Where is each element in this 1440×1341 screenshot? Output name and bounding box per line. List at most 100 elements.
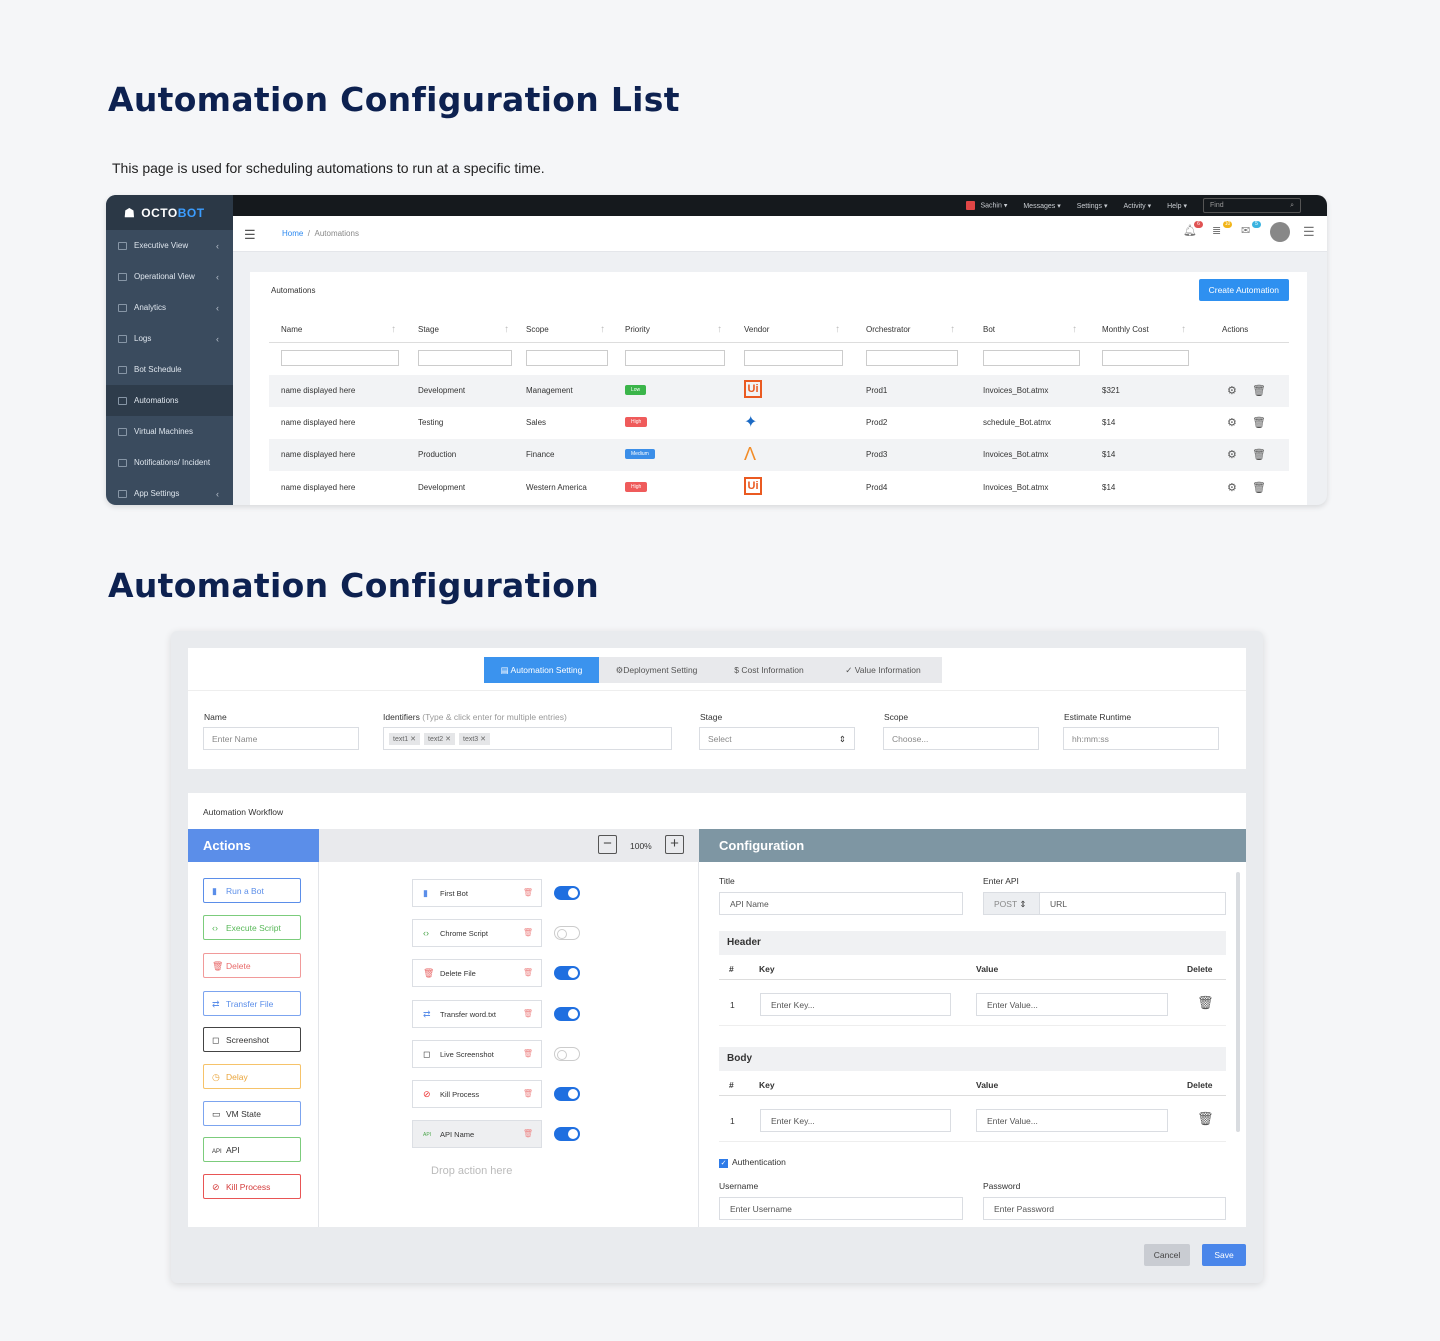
action-api[interactable]: API API <box>203 1137 301 1162</box>
trash-icon[interactable]: 🗑︎ <box>523 888 533 897</box>
trash-icon[interactable]: 🗑︎ <box>1252 448 1266 461</box>
action-execute-script[interactable]: ‹› Execute Script <box>203 915 301 940</box>
sidebar-item[interactable]: App Settings ‹ <box>106 478 233 505</box>
tasks-icon[interactable]: ≣ 10 <box>1212 221 1232 240</box>
gear-icon[interactable]: ⚙ <box>1227 416 1237 429</box>
workflow-node[interactable]: ▮ First Bot 🗑︎ <box>412 879 542 907</box>
trash-icon[interactable]: 🗑︎ <box>523 928 533 937</box>
sidebar-item[interactable]: Notifications/ Incident <box>106 447 233 478</box>
method-select[interactable]: POST ⇕ <box>983 892 1040 915</box>
menu-icon[interactable]: ☰ <box>1303 224 1319 240</box>
breadcrumb-home[interactable]: Home <box>282 229 303 238</box>
workflow-node[interactable]: ‹› Chrome Script 🗑︎ <box>412 919 542 948</box>
activity-menu[interactable]: Activity ▾ <box>1123 202 1151 210</box>
node-toggle[interactable] <box>554 886 580 900</box>
tab-value-information[interactable]: ✓ Value Information <box>824 657 942 683</box>
column-filter-input[interactable] <box>1102 350 1189 366</box>
node-toggle[interactable] <box>554 1127 580 1142</box>
hamburger-icon[interactable]: ☰ <box>244 227 256 243</box>
workflow-canvas[interactable]: Drop action here ▮ First Bot 🗑︎ ‹› Chrome Sc… <box>319 862 699 1227</box>
help-menu[interactable]: Help ▾ <box>1167 202 1187 210</box>
node-toggle[interactable] <box>554 1087 580 1101</box>
url-input[interactable]: URL <box>1039 892 1226 915</box>
gear-icon[interactable]: ⚙ <box>1227 481 1237 494</box>
column-header[interactable]: Monthly Cost ↑ <box>1102 324 1186 335</box>
save-button[interactable]: Save <box>1202 1244 1246 1266</box>
column-filter-input[interactable] <box>866 350 958 366</box>
column-filter-input[interactable] <box>526 350 608 366</box>
scope-input[interactable]: Choose... <box>883 727 1039 750</box>
scrollbar[interactable] <box>1236 872 1240 1132</box>
sidebar-item[interactable]: Automations <box>106 385 233 416</box>
sort-arrow-icon[interactable]: ↑ <box>600 324 605 335</box>
action-kill-process[interactable]: ⊘ Kill Process <box>203 1174 301 1199</box>
trash-icon[interactable]: 🗑︎ <box>523 1009 533 1018</box>
sidebar-item[interactable]: Operational View ‹ <box>106 261 233 292</box>
username-input[interactable]: Enter Username <box>719 1197 963 1220</box>
node-toggle[interactable] <box>554 1006 580 1021</box>
column-filter-input[interactable] <box>418 350 512 366</box>
authentication-checkbox[interactable]: ✓ Authentication <box>719 1157 786 1168</box>
mail-icon[interactable]: ✉︎ 5 <box>1241 221 1261 240</box>
table-row[interactable]: name displayed here Development Western Am… <box>269 472 1289 504</box>
column-header[interactable]: Stage ↑ <box>418 324 509 335</box>
title-input[interactable]: API Name <box>719 892 963 915</box>
column-header[interactable]: Orchestrator ↑ <box>866 324 955 335</box>
gear-icon[interactable]: ⚙ <box>1227 448 1237 461</box>
column-filter-input[interactable] <box>983 350 1080 366</box>
action-transfer-file[interactable]: ⇄ Transfer File <box>203 991 301 1016</box>
sort-arrow-icon[interactable]: ↑ <box>717 324 722 335</box>
header-key-input[interactable]: Enter Key... <box>760 993 951 1016</box>
column-filter-input[interactable] <box>281 350 399 366</box>
action-vm-state[interactable]: ▭ VM State <box>203 1101 301 1126</box>
sort-arrow-icon[interactable]: ↑ <box>1072 324 1077 335</box>
action-screenshot[interactable]: ◻ Screenshot <box>203 1027 301 1052</box>
zoom-in-button[interactable]: + <box>665 835 684 854</box>
column-header[interactable]: Scope ↑ <box>526 324 605 335</box>
workflow-node[interactable]: 🗑︎ Delete File 🗑︎ <box>412 959 542 988</box>
sort-arrow-icon[interactable]: ↑ <box>835 324 840 335</box>
zoom-out-button[interactable]: − <box>598 835 617 854</box>
node-toggle[interactable] <box>554 1046 580 1061</box>
identifier-chip[interactable]: text3 ✕ <box>459 733 490 745</box>
gear-icon[interactable]: ⚙ <box>1227 384 1237 397</box>
trash-icon[interactable]: 🗑︎ <box>523 1129 533 1138</box>
tab-cost-information[interactable]: $ Cost Information <box>714 657 824 683</box>
column-header[interactable]: Priority ↑ <box>625 324 722 335</box>
sidebar-item[interactable]: Bot Schedule <box>106 354 233 385</box>
trash-icon[interactable]: 🗑︎ <box>523 968 533 977</box>
node-toggle[interactable] <box>554 966 580 981</box>
column-header[interactable]: Bot ↑ <box>983 324 1077 335</box>
sidebar-item[interactable]: Analytics ‹ <box>106 292 233 323</box>
node-toggle[interactable] <box>554 926 580 941</box>
avatar[interactable] <box>1270 222 1290 242</box>
trash-icon[interactable]: 🗑︎ <box>1252 481 1266 494</box>
tab-deployment-setting[interactable]: ⚙Deployment Setting <box>599 657 714 683</box>
settings-menu[interactable]: Settings ▾ <box>1077 202 1108 210</box>
action-run-a-bot[interactable]: ▮ Run a Bot <box>203 878 301 903</box>
trash-icon[interactable]: 🗑︎ <box>1197 1111 1214 1127</box>
cancel-button[interactable]: Cancel <box>1144 1244 1190 1266</box>
identifiers-input[interactable]: text1 ✕ text2 ✕ text3 ✕ <box>383 727 672 750</box>
workflow-node[interactable]: ◻ Live Screenshot 🗑︎ <box>412 1039 542 1068</box>
user-menu[interactable]: Sachin ▾ <box>966 201 1007 210</box>
column-filter-input[interactable] <box>744 350 843 366</box>
trash-icon[interactable]: 🗑︎ <box>523 1089 533 1098</box>
sort-arrow-icon[interactable]: ↑ <box>504 324 509 335</box>
runtime-input[interactable]: hh:mm:ss <box>1063 727 1219 750</box>
action-delay[interactable]: ◷ Delay <box>203 1064 301 1089</box>
body-key-input[interactable]: Enter Key... <box>760 1109 951 1132</box>
sidebar-item[interactable]: Executive View ‹ <box>106 230 233 261</box>
body-value-input[interactable]: Enter Value... <box>976 1109 1168 1132</box>
header-value-input[interactable]: Enter Value... <box>976 993 1168 1016</box>
logo[interactable]: ☗ OCTO BOT <box>106 195 233 230</box>
column-filter-input[interactable] <box>625 350 725 366</box>
sidebar-item[interactable]: Virtual Machines <box>106 416 233 447</box>
sort-arrow-icon[interactable]: ↑ <box>1181 324 1186 335</box>
action-delete[interactable]: 🗑︎ Delete <box>203 953 301 978</box>
create-automation-button[interactable]: Create Automation <box>1198 279 1289 301</box>
sort-arrow-icon[interactable]: ↑ <box>391 324 396 335</box>
stage-select[interactable]: Select ⇕ <box>699 727 855 750</box>
table-row[interactable]: name displayed here Development Management… <box>269 375 1289 407</box>
sort-arrow-icon[interactable]: ↑ <box>950 324 955 335</box>
